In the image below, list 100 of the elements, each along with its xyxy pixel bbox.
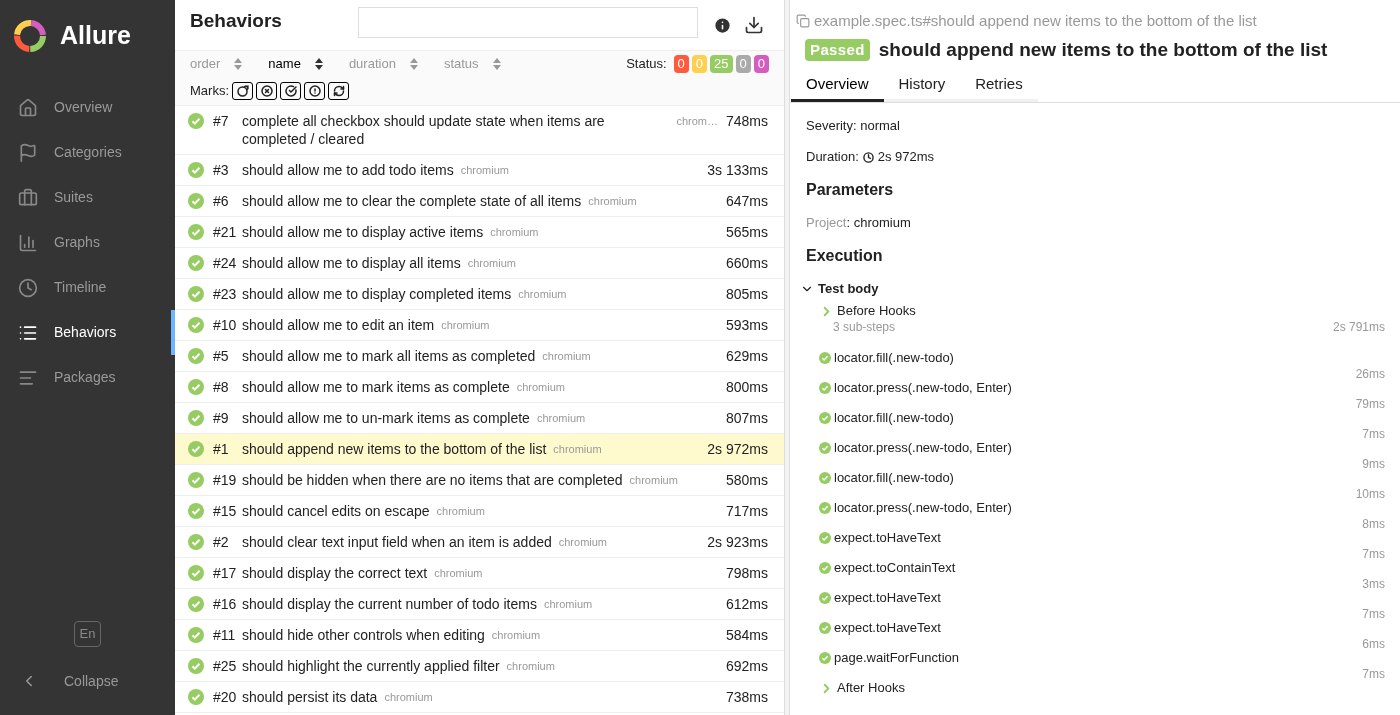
passed-check-icon [188, 193, 204, 209]
test-name: should allow me to mark items as complete [242, 378, 510, 396]
execution-step[interactable]: expect.toHaveText 7ms [819, 588, 1385, 618]
test-name: should hide other controls when editing [242, 626, 485, 644]
test-name: should highlight the currently applied filter [242, 657, 500, 675]
sidebar-item[interactable]: Graphs [0, 220, 175, 265]
passed-check-icon [819, 622, 831, 634]
test-number: #10 [213, 316, 238, 334]
execution-step[interactable]: expect.toContainText 3ms [819, 558, 1385, 588]
execution-step[interactable]: locator.fill(.new-todo) 10ms [819, 468, 1385, 498]
test-number: #2 [213, 533, 230, 551]
test-name: should append new items to the bottom of the list [242, 440, 547, 458]
sidebar-item[interactable]: Packages [0, 355, 175, 400]
execution-step[interactable]: page.waitForFunction 7ms [819, 648, 1385, 678]
passed-check-icon [188, 224, 204, 240]
test-number: #7 [213, 112, 230, 130]
sort-icon [234, 58, 243, 70]
test-name: should allow me to display completed items [242, 285, 512, 303]
test-name: should allow me to add todo items [242, 161, 454, 179]
test-tag: chromium [553, 440, 602, 458]
execution-step[interactable]: Before Hooks 3 sub-steps 2s 791ms [819, 301, 1385, 348]
sidebar-item[interactable]: Overview [0, 85, 175, 130]
passed-check-icon [819, 472, 831, 484]
execution-step[interactable]: expect.toHaveText 6ms [819, 618, 1385, 648]
detail-tab[interactable]: Overview [791, 70, 884, 102]
test-number: #6 [213, 192, 230, 210]
execution-step[interactable]: locator.fill(.new-todo) 26ms [819, 348, 1385, 378]
step-name: locator.fill(.new-todo) [834, 410, 954, 426]
passed-check-icon [188, 348, 204, 364]
info-icon[interactable] [713, 15, 732, 35]
sort-column[interactable]: name [268, 54, 323, 74]
test-name: should be hidden when there are no items that are completed [242, 471, 623, 489]
test-duration: 3s 133ms [707, 161, 768, 179]
step-duration: 9ms [1362, 456, 1385, 468]
passed-check-icon [819, 382, 831, 394]
flag-icon [18, 142, 38, 163]
step-name: locator.fill(.new-todo) [834, 470, 954, 486]
passed-check-icon [819, 442, 831, 454]
test-number: #25 [213, 657, 238, 675]
test-number: #19 [213, 471, 238, 489]
download-icon[interactable] [744, 15, 764, 35]
step-duration: 7ms [1362, 546, 1385, 558]
section-heading: Execution [806, 246, 884, 266]
mark-filter-button[interactable] [256, 82, 277, 100]
passed-check-icon [819, 502, 831, 514]
mark-filter-button[interactable] [328, 82, 349, 100]
execution-step[interactable]: locator.press(.new-todo, Enter) 79ms [819, 378, 1385, 408]
test-duration: 647ms [725, 192, 768, 210]
sidebar-item[interactable]: Categories [0, 130, 175, 175]
copy-icon[interactable] [796, 14, 810, 29]
test-row[interactable]: #1 should append new items to the bottom of the list chromium 2s 972ms [175, 434, 784, 465]
status-label: Status: [626, 55, 667, 74]
execution-step[interactable]: locator.fill(.new-todo) 7ms [819, 408, 1385, 438]
test-duration: 660ms [725, 254, 768, 272]
parameter-value: : chromium [846, 215, 911, 230]
language-button[interactable]: En [74, 621, 101, 647]
collapse-button[interactable]: Collapse [0, 661, 175, 701]
test-duration: 580ms [725, 471, 768, 489]
execution-step[interactable]: After Hooks [819, 678, 1385, 708]
test-number: #17 [213, 564, 238, 582]
test-number: #21 [213, 223, 238, 241]
test-tag: chromium [542, 347, 591, 365]
test-tag: chromium [441, 316, 490, 334]
step-duration: 6ms [1362, 636, 1385, 648]
test-number: #23 [213, 285, 238, 303]
test-name: complete all checkbox should update state when items are completed / cleared [242, 112, 606, 148]
mark-filter-button[interactable] [280, 82, 301, 100]
sidebar-item[interactable]: Suites [0, 175, 175, 220]
search-field[interactable] [358, 6, 698, 38]
sidebar-item[interactable]: Timeline [0, 265, 175, 310]
passed-check-icon [188, 689, 204, 705]
test-name: should display the current number of todo items [242, 595, 537, 613]
test-body-toggle[interactable]: Test body [790, 279, 889, 299]
detail-tab[interactable]: Retries [960, 70, 1038, 102]
execution-step[interactable]: locator.press(.new-todo, Enter) 8ms [819, 498, 1385, 528]
execution-step[interactable]: locator.press(.new-todo, Enter) 9ms [819, 438, 1385, 468]
test-name: should allow me to un-mark items as complete [242, 409, 530, 427]
test-name: should cancel edits on escape [242, 502, 430, 520]
sort-icon [492, 58, 501, 70]
passed-check-icon [819, 562, 831, 574]
test-tag: chromium [436, 502, 485, 520]
mark-filter-button[interactable] [304, 82, 325, 100]
test-duration: 807ms [725, 409, 768, 427]
test-tag: chromium [467, 254, 516, 272]
section-heading: Parameters [806, 180, 895, 200]
detail-tab[interactable]: History [883, 70, 961, 102]
test-number: #16 [213, 595, 238, 613]
step-duration: 2s 791ms [1332, 319, 1385, 336]
alert-icon [308, 85, 321, 97]
test-name: should persist its data [242, 688, 378, 706]
step-duration: 7ms [1362, 606, 1385, 618]
test-name: should allow me to mark all items as completed [242, 347, 536, 365]
passed-check-icon [819, 592, 831, 604]
passed-check-icon [188, 627, 204, 643]
test-duration: 798ms [725, 564, 768, 582]
duration-label: Duration: [806, 148, 859, 166]
execution-step[interactable]: expect.toHaveText 7ms [819, 528, 1385, 558]
passed-check-icon [188, 162, 204, 178]
mark-filter-button[interactable] [232, 82, 253, 100]
test-duration: 565ms [725, 223, 768, 241]
